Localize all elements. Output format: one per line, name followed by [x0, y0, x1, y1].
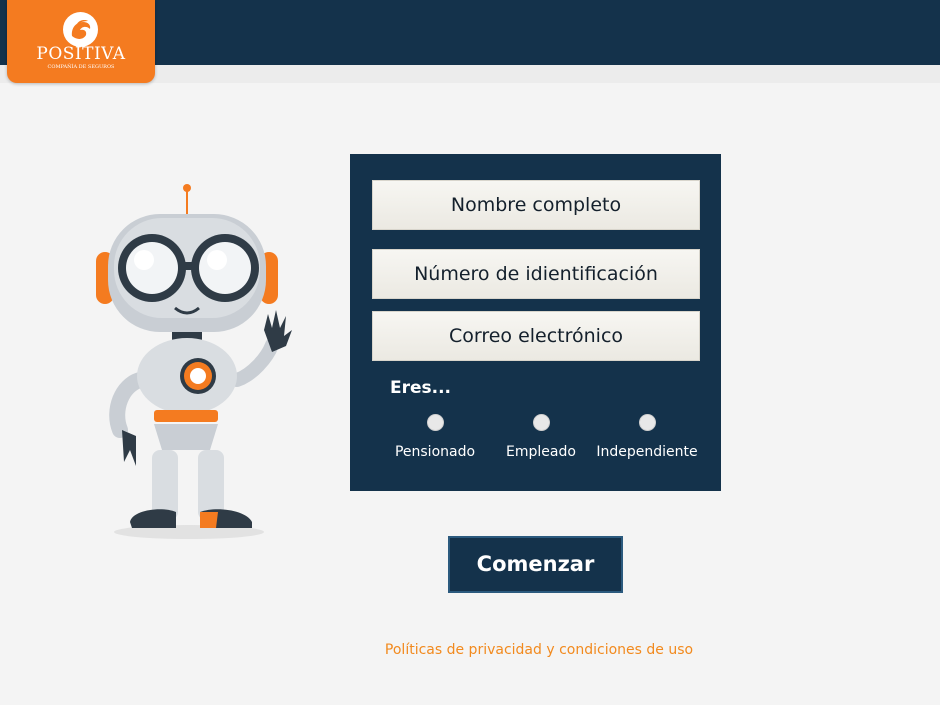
option-independiente[interactable]: Independiente: [592, 414, 702, 460]
radio-independiente[interactable]: [638, 414, 656, 431]
logo-wordmark: POSITIVA: [36, 44, 126, 64]
id-number-field[interactable]: Número de idientificación: [372, 249, 700, 299]
option-pensionado[interactable]: Pensionado: [380, 414, 490, 460]
logo-tagline: COMPAÑÍA DE SEGUROS: [47, 64, 115, 70]
positiva-logo[interactable]: POSITIVA COMPAÑÍA DE SEGUROS: [7, 0, 155, 83]
robot-mascot-icon: [92, 180, 307, 545]
radio-empleado[interactable]: [532, 414, 550, 431]
registration-form: Nombre completo Número de idientificació…: [350, 154, 721, 491]
full-name-field[interactable]: Nombre completo: [372, 180, 700, 230]
email-field[interactable]: Correo electrónico: [372, 311, 700, 361]
positiva-logo-icon: [63, 12, 98, 47]
option-empleado-label: Empleado: [506, 444, 576, 460]
privacy-policy-link[interactable]: Políticas de privacidad y condiciones de…: [330, 642, 748, 658]
radio-pensionado[interactable]: [426, 414, 444, 431]
option-independiente-label: Independiente: [596, 444, 698, 460]
start-button[interactable]: Comenzar: [448, 536, 623, 593]
user-type-question: Eres...: [390, 378, 452, 398]
option-pensionado-label: Pensionado: [394, 444, 476, 460]
option-empleado[interactable]: Empleado: [486, 414, 596, 460]
